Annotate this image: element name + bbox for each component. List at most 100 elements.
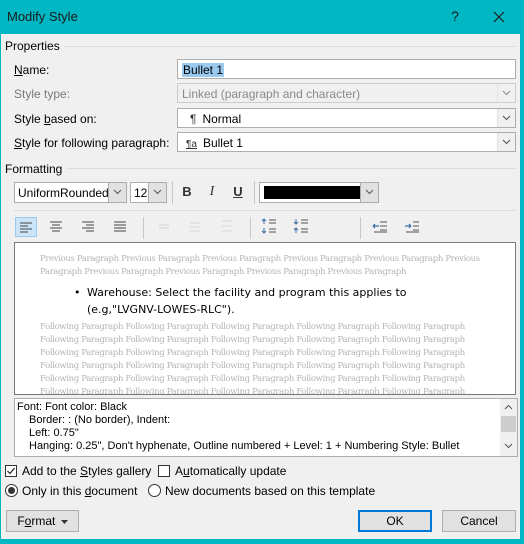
caret-down-icon: [60, 519, 68, 524]
following-paragraph-line: Following Paragraph Following Paragraph …: [40, 374, 465, 384]
modify-style-dialog: Modify Style ? Properties Name: Bullet 1…: [0, 0, 524, 544]
chevron-down-icon: [502, 139, 511, 145]
sample-text: Warehouse: Select the facility and progr…: [87, 286, 407, 316]
single-spacing-button[interactable]: [154, 217, 176, 237]
only-this-document-radio[interactable]: [5, 484, 18, 497]
italic-button[interactable]: I: [202, 182, 222, 202]
scroll-down-icon[interactable]: [504, 443, 513, 449]
properties-divider: [61, 46, 516, 47]
style-type-value: Linked (paragraph and character): [182, 87, 361, 101]
following-paragraph-dropdown-button[interactable]: [497, 133, 515, 151]
following-paragraph-line: Following Paragraph Following Paragraph …: [40, 387, 465, 395]
new-documents-label[interactable]: New documents based on this template: [165, 484, 375, 498]
formatting-group-label: Formatting: [5, 162, 67, 176]
increase-indent-button[interactable]: [402, 217, 424, 237]
auto-update-label[interactable]: Automatically update: [175, 464, 286, 478]
description-line: Hanging: 0.25", Don't hyphenate, Outline…: [29, 440, 460, 452]
one-half-spacing-icon: [190, 222, 200, 232]
style-description[interactable]: Font: Font color: Black Border: : (No bo…: [14, 398, 518, 457]
checkmark-icon: [7, 467, 15, 475]
name-label: Name:: [14, 63, 50, 77]
font-color-dropdown-button[interactable]: [360, 183, 378, 202]
name-input[interactable]: Bullet 1: [177, 59, 516, 79]
ok-button[interactable]: OK: [358, 510, 432, 532]
add-to-gallery-checkbox[interactable]: [5, 465, 17, 477]
align-center-icon: [50, 221, 62, 232]
increase-paragraph-spacing-button[interactable]: [259, 217, 281, 237]
bullet-glyph: •: [74, 286, 81, 299]
name-value: Bullet 1: [182, 63, 225, 77]
toolbar-separator: [143, 217, 144, 239]
following-paragraph-line: Following Paragraph Following Paragraph …: [40, 348, 465, 358]
description-scrollbar[interactable]: [500, 399, 517, 456]
align-right-icon: [82, 221, 94, 232]
increase-spacing-icon: [261, 218, 276, 234]
align-left-icon: [20, 222, 32, 233]
font-size-select[interactable]: 12: [130, 182, 167, 203]
help-button[interactable]: ?: [448, 8, 462, 24]
decrease-spacing-icon: [293, 219, 308, 233]
font-color-select[interactable]: [259, 182, 379, 203]
scrollbar-thumb[interactable]: [501, 416, 516, 432]
based-on-dropdown-button[interactable]: [497, 109, 515, 127]
double-spacing-button[interactable]: [217, 217, 239, 237]
scroll-up-icon[interactable]: [504, 404, 513, 410]
justify-icon: [114, 221, 126, 232]
following-paragraph-select[interactable]: ¶a Bullet 1: [177, 132, 516, 152]
only-this-document-label[interactable]: Only in this document: [22, 484, 137, 498]
font-size-dropdown-button[interactable]: [148, 183, 166, 202]
align-left-button[interactable]: [15, 217, 37, 237]
align-right-button[interactable]: [78, 217, 100, 237]
underline-button[interactable]: U: [228, 182, 248, 202]
chevron-down-icon: [113, 189, 122, 195]
paragraph-style-icon: ¶: [190, 112, 197, 126]
one-half-spacing-button[interactable]: [185, 217, 207, 237]
close-button[interactable]: [488, 6, 510, 28]
toolbar-divider: [14, 210, 516, 211]
format-menu-button[interactable]: Format: [6, 510, 79, 532]
toolbar-separator: [250, 217, 251, 239]
previous-paragraph-line: Paragraph Previous Paragraph Previous Pa…: [40, 267, 407, 277]
following-paragraph-line: Following Paragraph Following Paragraph …: [40, 322, 465, 332]
close-icon: [493, 11, 505, 23]
auto-update-checkbox[interactable]: [158, 465, 170, 477]
following-paragraph-line: Following Paragraph Following Paragraph …: [40, 335, 465, 345]
font-name-select[interactable]: UniformRounded-: [14, 182, 127, 203]
style-type-dropdown-button: [497, 84, 515, 102]
style-preview: Previous Paragraph Previous Paragraph Pr…: [14, 242, 516, 395]
based-on-select[interactable]: ¶ Normal: [177, 108, 516, 128]
align-center-button[interactable]: [46, 217, 68, 237]
description-line: Left: 0.75": [29, 427, 79, 439]
formatting-divider: [67, 168, 516, 169]
toolbar-separator: [254, 181, 255, 204]
new-documents-radio[interactable]: [148, 484, 161, 497]
increase-indent-icon: [405, 221, 419, 233]
font-color-swatch: [264, 186, 360, 199]
chevron-down-icon: [502, 115, 511, 121]
toolbar-separator: [172, 181, 173, 204]
font-name-dropdown-button[interactable]: [108, 183, 126, 202]
based-on-label: Style based on:: [14, 112, 97, 126]
decrease-paragraph-spacing-button[interactable]: [291, 217, 313, 237]
following-paragraph-line: Following Paragraph Following Paragraph …: [40, 361, 465, 371]
chevron-down-icon: [365, 189, 374, 195]
style-type-label: Style type:: [14, 87, 71, 101]
cancel-button[interactable]: Cancel: [442, 510, 516, 532]
bold-button[interactable]: B: [177, 182, 197, 202]
linked-style-icon: ¶a: [186, 139, 197, 150]
decrease-indent-icon: [372, 221, 387, 233]
dialog-title: Modify Style: [7, 9, 78, 24]
title-bar[interactable]: Modify Style ?: [0, 0, 524, 34]
description-line: Font: Font color: Black: [17, 401, 128, 413]
justify-button[interactable]: [110, 217, 132, 237]
chevron-down-icon: [153, 189, 162, 195]
toolbar-separator: [360, 217, 361, 239]
following-paragraph-value: Bullet 1: [202, 136, 243, 150]
following-paragraph-label: Style for following paragraph:: [14, 136, 170, 150]
add-to-gallery-label[interactable]: Add to the Styles gallery: [22, 464, 151, 478]
font-name-value: UniformRounded-: [18, 186, 110, 200]
font-size-value: 12: [134, 186, 148, 200]
decrease-indent-button[interactable]: [370, 217, 392, 237]
description-line: Border: : (No border), Indent:: [29, 414, 171, 426]
double-spacing-icon: [222, 220, 232, 232]
